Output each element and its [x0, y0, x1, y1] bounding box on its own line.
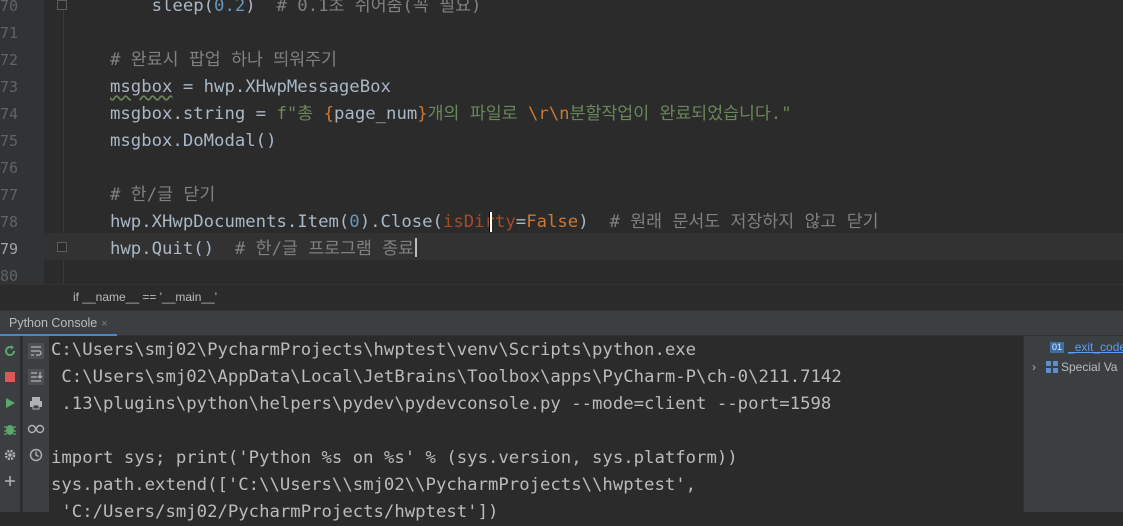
tool-window-tabbar: Python Console × [0, 310, 1123, 336]
close-icon[interactable]: × [101, 318, 107, 330]
code-line-79: hwp.Quit() # 한/글 프로그램 종료 [110, 236, 418, 263]
variables-panel[interactable]: 01 _exit_code › Special Va [1023, 336, 1123, 512]
run-icon[interactable] [1, 394, 19, 412]
line-number: 77 [0, 186, 19, 204]
show-variables-icon[interactable] [27, 420, 45, 438]
console-toolbar-left [0, 336, 20, 512]
chevron-right-icon[interactable]: › [1032, 358, 1046, 376]
console-line: 'C:/Users/smj02/PycharmProjects/hwptest'… [51, 502, 499, 522]
line-number: 75 [0, 132, 19, 150]
console-line: C:\Users\smj02\AppData\Local\JetBrains\T… [51, 367, 842, 387]
text-cursor [415, 238, 418, 257]
code-line-70: sleep(0.2) # 0.1초 쉬어줌(꼭 필요) [110, 0, 482, 16]
variable-name: _exit_code [1068, 340, 1123, 354]
line-number: 80 [0, 267, 19, 284]
code-line-77: # 한/글 닫기 [110, 185, 216, 205]
print-icon[interactable] [27, 394, 45, 412]
breadcrumb[interactable]: if __name__ == '__main__' [0, 284, 1123, 311]
code-line-72: # 완료시 팝업 하나 띄워주기 [110, 50, 337, 70]
gear-icon[interactable] [1, 446, 19, 464]
debug-icon[interactable] [1, 420, 19, 438]
fold-marker-icon[interactable] [57, 0, 67, 10]
code-line-73: msgbox = hwp.XHwpMessageBox [110, 77, 391, 97]
variable-group[interactable]: › Special Va [1032, 358, 1117, 376]
fold-marker-icon[interactable] [57, 242, 67, 252]
line-number: 73 [0, 78, 19, 96]
code-line-78: hwp.XHwpDocuments.Item(0).Close(isDirty=… [110, 212, 879, 232]
int-type-icon: 01 [1050, 342, 1065, 353]
line-number: 74 [0, 105, 19, 123]
tab-python-console[interactable]: Python Console × [0, 311, 117, 336]
variable-group-label: Special Va [1061, 360, 1118, 374]
line-number: 78 [0, 213, 19, 231]
console-line: .13\plugins\python\helpers\pydev\pydevco… [51, 394, 832, 414]
scroll-to-end-icon[interactable] [27, 368, 45, 386]
line-number: 71 [0, 24, 19, 42]
add-icon[interactable] [1, 472, 19, 490]
mouse-ibeam-icon [486, 212, 494, 232]
variable-item[interactable]: 01 _exit_code [1050, 338, 1123, 356]
line-number: 76 [0, 159, 19, 177]
code-editor[interactable]: 70 71 72 73 74 75 76 77 78 79 80 sleep(0… [0, 0, 1123, 284]
breadcrumb-item[interactable]: if __name__ == '__main__' [73, 290, 217, 304]
console-line: import sys; print('Python %s on %s' % (s… [51, 448, 738, 468]
stop-icon[interactable] [1, 368, 19, 386]
code-line-75: msgbox.DoModal() [110, 131, 277, 151]
code-line-74: msgbox.string = f"총 {page_num}개의 파일로 \r\… [110, 104, 792, 124]
special-vars-icon [1046, 361, 1058, 373]
python-console-output[interactable]: C:\Users\smj02\PycharmProjects\hwptest\v… [0, 336, 1123, 522]
console-toolbar-right [22, 336, 49, 512]
rerun-icon[interactable] [1, 342, 19, 360]
tab-label: Python Console [9, 316, 98, 330]
console-line: C:\Users\smj02\PycharmProjects\hwptest\v… [51, 340, 697, 360]
console-line: sys.path.extend(['C:\\Users\\smj02\\Pych… [51, 475, 697, 495]
line-number: 72 [0, 51, 19, 69]
line-number: 70 [0, 0, 19, 15]
soft-wrap-icon[interactable] [27, 342, 45, 360]
line-number-current: 79 [0, 240, 19, 258]
history-icon[interactable] [27, 446, 45, 464]
